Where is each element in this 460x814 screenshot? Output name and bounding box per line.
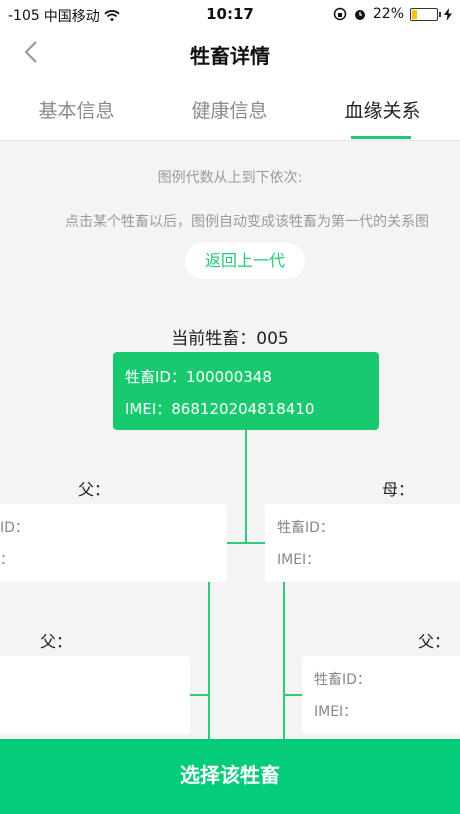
current-animal-imei: IMEI：868120204818410: [125, 400, 315, 418]
page-title: 牲畜详情: [190, 44, 270, 68]
mother-imei: IMEI：: [277, 552, 321, 568]
back-generation-button[interactable]: 返回上一代: [185, 243, 305, 279]
tree-connector: [283, 582, 285, 739]
select-animal-button[interactable]: 选择该牲畜: [0, 739, 460, 814]
active-tab-indicator: [351, 136, 411, 139]
tab-health-info[interactable]: 健康信息: [153, 96, 306, 123]
tree-connector: [190, 694, 210, 696]
grandparent-imei: IMEI：: [314, 704, 358, 720]
mother-id: 牲畜ID：: [277, 520, 334, 536]
tree-connector: [283, 694, 303, 696]
charging-icon: [444, 7, 452, 21]
grandparent-card-right[interactable]: 牲畜ID： IMEI：: [302, 656, 460, 734]
grandparent-card-left[interactable]: [0, 656, 190, 734]
battery-level: [412, 9, 417, 19]
tree-connector: [227, 542, 265, 544]
father-id: ID：: [0, 520, 29, 536]
alarm-icon: [354, 10, 365, 20]
rotation-lock-icon: [333, 7, 347, 21]
tree-connector: [245, 430, 247, 544]
father-imei: ：: [0, 552, 14, 568]
grandparent-label-left: 父：: [40, 632, 73, 651]
mother-card[interactable]: 牲畜ID： IMEI：: [265, 504, 460, 582]
legend-order-hint: 图例代数从上到下依次:: [157, 170, 303, 186]
father-card[interactable]: ID： ：: [0, 504, 227, 582]
status-bar: -105 中国移动 10:17 22%: [0, 0, 460, 30]
mother-label: 母：: [382, 480, 415, 499]
tree-connector: [208, 582, 210, 739]
grandparent-id: 牲畜ID：: [314, 672, 371, 688]
current-animal-card[interactable]: 牲畜ID：100000348 IMEI：868120204818410: [113, 352, 379, 430]
tab-bar: 基本信息 健康信息 血缘关系: [0, 76, 460, 141]
legend-click-hint: 点击某个牲畜以后，图例自动变成该牲畜为第一代的关系图: [65, 214, 429, 230]
status-right: 22%: [333, 6, 452, 22]
tab-basic-info[interactable]: 基本信息: [0, 96, 153, 123]
grandparent-label-right: 父：: [418, 632, 451, 651]
battery-icon: [410, 7, 441, 21]
tab-lineage[interactable]: 血缘关系: [306, 96, 459, 123]
nav-bar: 牲畜详情: [0, 30, 460, 76]
battery-percent: 22%: [372, 6, 404, 22]
current-animal-label: 当前牲畜：005: [171, 329, 289, 349]
current-animal-id: 牲畜ID：100000348: [125, 368, 272, 386]
father-label: 父：: [78, 480, 111, 499]
